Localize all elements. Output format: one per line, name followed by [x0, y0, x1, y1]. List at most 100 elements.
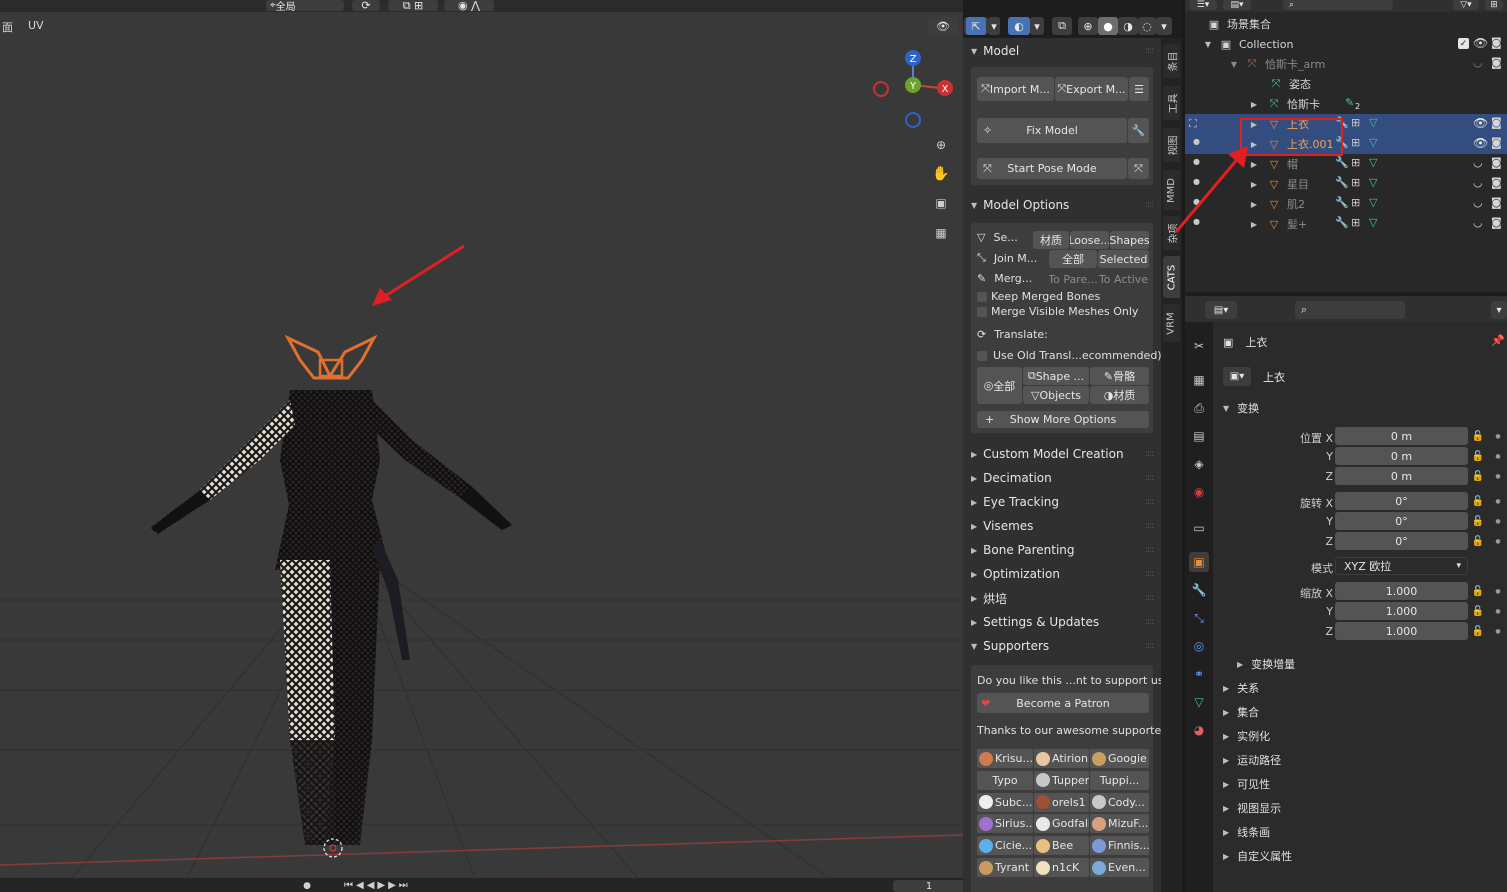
object-browse-dropdown[interactable]: ▣▾: [1223, 367, 1251, 386]
location-z-field[interactable]: 0 m: [1335, 467, 1468, 485]
supporter-button[interactable]: Tuppi...: [1090, 770, 1149, 790]
keyframe-dot-icon[interactable]: ●: [1491, 534, 1505, 548]
exclude-checkbox[interactable]: ✓: [1458, 38, 1469, 49]
options-dropdown[interactable]: ▾: [1491, 301, 1507, 319]
location-x-field[interactable]: 0 m: [1335, 427, 1468, 445]
hidden-eye-icon[interactable]: ◡: [1473, 56, 1483, 69]
location-y-field[interactable]: 0 m: [1335, 447, 1468, 465]
rotation-z-field[interactable]: 0°: [1335, 532, 1468, 550]
pose-row[interactable]: ⤧ 姿态: [1185, 74, 1507, 94]
overlay-dropdown[interactable]: ▾: [1030, 17, 1044, 35]
physics-icon[interactable]: ◎: [1189, 636, 1209, 656]
tool-icon[interactable]: ✂: [1189, 336, 1209, 356]
rotation-x-field[interactable]: 0°: [1335, 492, 1468, 510]
hidden-eye-icon[interactable]: ◡: [1473, 156, 1483, 169]
lock-icon[interactable]: 🔓: [1471, 604, 1485, 618]
camera-icon[interactable]: ◙: [1491, 216, 1502, 229]
supporters-header[interactable]: ▼ Supporters::::: [963, 634, 1161, 658]
property-section-header[interactable]: ▶ 可见性: [1223, 776, 1270, 792]
lock-icon[interactable]: 🔓: [1471, 534, 1485, 548]
import-model-button[interactable]: ⤧ Import M...: [977, 77, 1054, 101]
mesh-data-icon[interactable]: ▽: [1369, 196, 1377, 209]
modifier-wrench-icon[interactable]: 🔧: [1335, 196, 1349, 209]
camera-icon[interactable]: ◙: [1491, 196, 1502, 209]
object-icon[interactable]: ▣: [1189, 552, 1209, 572]
camera-icon[interactable]: ◙: [1491, 156, 1502, 169]
lock-icon[interactable]: 🔓: [1471, 449, 1485, 463]
drag-grip-icon[interactable]: ::::: [1145, 473, 1154, 483]
armature-data-row[interactable]: ▶ ⤧ 恰斯卡 ✎ 2: [1185, 94, 1507, 114]
supporter-button[interactable]: Godfall: [1034, 814, 1089, 834]
model-header[interactable]: ▼ Model::::: [963, 39, 1161, 63]
drag-grip-icon[interactable]: ::::: [1145, 641, 1154, 651]
supporter-button[interactable]: Finnis...: [1090, 836, 1149, 856]
object-name-field[interactable]: 上衣: [1251, 367, 1507, 386]
transform-header[interactable]: ▼ 变换: [1223, 400, 1259, 416]
render-icon[interactable]: ▦: [1189, 370, 1209, 390]
delta-transform-header[interactable]: ▶ 变换增量: [1237, 656, 1295, 672]
drag-grip-icon[interactable]: ::::: [1145, 593, 1154, 603]
drag-grip-icon[interactable]: ::::: [1145, 569, 1154, 579]
drag-grip-icon[interactable]: ::::: [1145, 545, 1154, 555]
zoom-icon[interactable]: ⊕: [930, 134, 952, 156]
scene-collection-row[interactable]: ▣ 场景集合: [1185, 14, 1507, 34]
playback-controls[interactable]: ⏮◀◀▶▶⏭: [344, 880, 411, 891]
translate-all-button[interactable]: ◎ 全部: [977, 367, 1022, 404]
snap-dropdown[interactable]: ⧉ ⊞: [388, 0, 438, 11]
overlay-toggle[interactable]: ◐: [1008, 17, 1030, 35]
keep-merged-bones-checkbox[interactable]: Keep Merged Bones: [977, 290, 1100, 303]
tab-tool[interactable]: 工具: [1163, 86, 1180, 120]
start-pose-mode-button[interactable]: ⤧ Start Pose Mode: [977, 158, 1127, 179]
supporter-button[interactable]: Even...: [1090, 858, 1149, 877]
show-more-options-button[interactable]: + Show More Options: [977, 411, 1149, 428]
lock-icon[interactable]: 🔓: [1471, 429, 1485, 443]
modifier-wrench-icon[interactable]: 🔧: [1335, 216, 1349, 229]
section-header[interactable]: ▶ Custom Model Creation::::: [963, 442, 1161, 466]
pose-extra-button[interactable]: ⤧: [1128, 158, 1149, 179]
rendered-shading[interactable]: ◌: [1138, 17, 1156, 35]
modifier-wrench-icon[interactable]: 🔧: [1189, 580, 1209, 600]
keyframe-dot-icon[interactable]: ●: [1491, 514, 1505, 528]
section-header[interactable]: ▶ Visemes::::: [963, 514, 1161, 538]
lock-icon[interactable]: 🔓: [1471, 584, 1485, 598]
merge-to-parent-button[interactable]: To Pare...: [1049, 270, 1097, 288]
model-options-header[interactable]: ▼ Model Options::::: [963, 193, 1161, 217]
wireframe-shading[interactable]: ⊕: [1078, 17, 1098, 35]
constraint-icon[interactable]: ⚭: [1189, 664, 1209, 684]
mesh-data-icon[interactable]: ▽: [1369, 116, 1377, 129]
section-header[interactable]: ▶ Optimization::::: [963, 562, 1161, 586]
3d-viewport[interactable]: ⌖ 全局 ⟳ ⧉ ⊞ ◉ ⋀ 面 UV 👁 Z Y X ⊕ ✋ ▣ ▦ ● ⏮◀…: [0, 0, 963, 892]
translate-bones-button[interactable]: ✎ 骨骼: [1090, 367, 1149, 385]
hidden-eye-icon[interactable]: ◡: [1473, 176, 1483, 189]
merge-visible-checkbox[interactable]: Merge Visible Meshes Only: [977, 305, 1138, 318]
vertex-group-icon[interactable]: ⊞: [1351, 196, 1360, 209]
filter-dropdown[interactable]: ▽▾: [1453, 0, 1479, 10]
section-header[interactable]: ▶ 烘培::::: [963, 586, 1161, 610]
supporter-button[interactable]: Krisu...: [977, 749, 1033, 768]
tab-vrm[interactable]: VRM: [1163, 304, 1180, 342]
mesh-data-icon[interactable]: ▽: [1369, 156, 1377, 169]
camera-icon[interactable]: ◙: [1491, 36, 1502, 49]
drag-grip-icon[interactable]: ::::: [1145, 497, 1154, 507]
editor-type-dropdown[interactable]: ☰▾: [1189, 0, 1217, 10]
rotation-y-field[interactable]: 0°: [1335, 512, 1468, 530]
property-section-header[interactable]: ▶ 实例化: [1223, 728, 1270, 744]
join-all-button[interactable]: 全部: [1049, 250, 1097, 268]
separate-shapes-button[interactable]: Shapes: [1110, 231, 1149, 249]
triangle-right-icon[interactable]: ▶: [1185, 100, 1257, 109]
lock-icon[interactable]: 🔓: [1471, 469, 1485, 483]
keyframe-dot-icon[interactable]: ●: [1491, 604, 1505, 618]
supporter-button[interactable]: orels1: [1034, 792, 1089, 812]
property-section-header[interactable]: ▶ 关系: [1223, 680, 1259, 696]
uv-menu[interactable]: UV: [28, 19, 44, 32]
hidden-eye-icon[interactable]: ◡: [1473, 216, 1483, 229]
drag-grip-icon[interactable]: ::::: [1145, 617, 1154, 627]
selection-icon[interactable]: ⛶: [1189, 117, 1197, 131]
collection-row[interactable]: ▼ ▣ Collection ✓ 👁 ◙: [1185, 34, 1507, 54]
gizmo-dropdown[interactable]: ▾: [988, 17, 1000, 35]
eye-icon[interactable]: 👁: [1473, 136, 1488, 150]
use-old-translate-checkbox[interactable]: Use Old Transl...ecommended): [977, 349, 1161, 362]
record-icon[interactable]: ●: [298, 880, 316, 892]
view-layer-icon[interactable]: ▤: [1189, 426, 1209, 446]
pin-icon[interactable]: 📌: [1491, 334, 1505, 347]
